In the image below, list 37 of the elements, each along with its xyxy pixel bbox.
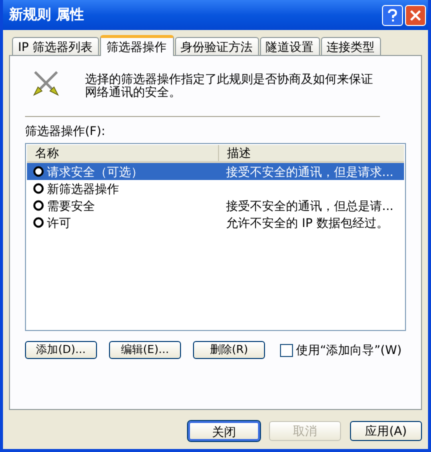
close-button[interactable]: [405, 4, 426, 26]
row-name: 请求安全（可选）: [47, 164, 143, 180]
row-description: 接受不安全的通讯，但总是请...: [225, 198, 394, 214]
list-row[interactable]: 需要安全 接受不安全的通讯，但总是请...: [27, 197, 404, 214]
ring-icon: [33, 183, 44, 194]
dialog-button[interactable]: 应用(A): [350, 421, 422, 441]
ring-icon: [33, 217, 44, 228]
wizard-label: 使用“添加向导”(W): [296, 342, 402, 359]
action-button[interactable]: 添加(D)...: [25, 341, 97, 359]
column-header[interactable]: 名称: [27, 145, 219, 161]
tab[interactable]: 连接类型: [320, 37, 381, 55]
tab[interactable]: 筛选器操作: [100, 35, 174, 56]
row-description: 接受不安全的通讯，但是请求...: [225, 164, 394, 180]
action-button[interactable]: 删除(R): [193, 341, 265, 359]
description-text: 选择的筛选器操作指定了此规则是否协商及如何来保证网络通讯的安全。: [85, 73, 374, 99]
crossed-swords-icon: [33, 70, 59, 96]
action-button[interactable]: 编辑(E)...: [109, 341, 181, 359]
dialog-button[interactable]: 关闭: [188, 421, 260, 441]
tab[interactable]: 身份验证方法: [174, 37, 259, 55]
row-description: 允许不安全的 IP 数据包经过。: [225, 214, 388, 232]
ring-icon: [33, 200, 44, 211]
window-title: 新规则 属性: [9, 6, 84, 24]
tab[interactable]: 隧道设置: [260, 37, 320, 55]
row-name: 许可: [47, 214, 71, 232]
list-row[interactable]: 新筛选器操作: [27, 180, 404, 197]
close-icon: [410, 10, 421, 20]
list-row[interactable]: 许可 允许不安全的 IP 数据包经过。: [27, 214, 404, 231]
list-row[interactable]: 请求安全（可选） 接受不安全的通讯，但是请求...: [27, 163, 404, 180]
ring-icon: [33, 166, 44, 177]
list-label: 筛选器操作(F):: [25, 123, 106, 140]
column-header[interactable]: 描述: [219, 145, 404, 161]
row-name: 新筛选器操作: [47, 180, 119, 198]
tab[interactable]: IP 筛选器列表: [12, 37, 99, 55]
help-icon: [388, 8, 397, 22]
row-name: 需要安全: [47, 198, 95, 214]
wizard-checkbox[interactable]: [280, 344, 293, 356]
help-button[interactable]: [382, 4, 403, 26]
